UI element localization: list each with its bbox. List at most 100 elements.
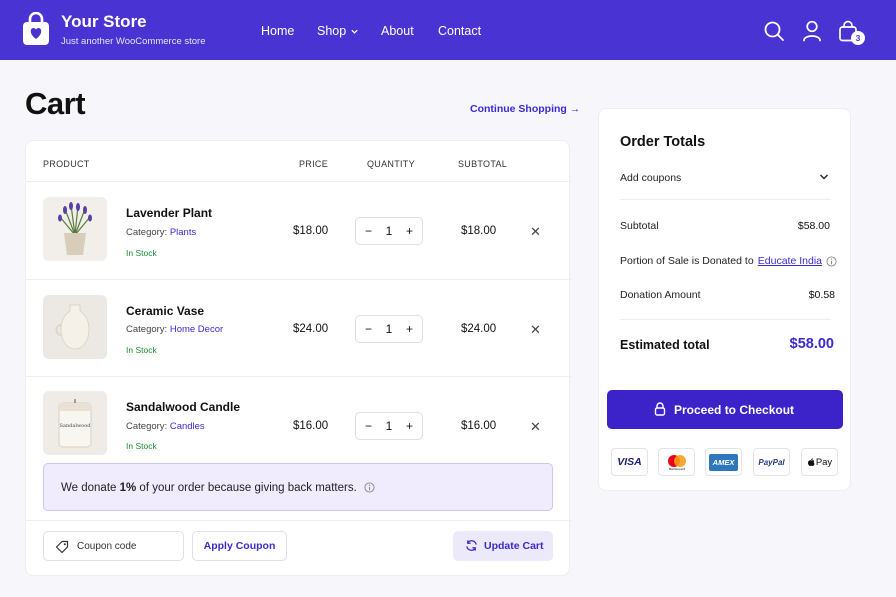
chevron-down-icon[interactable] xyxy=(818,171,830,183)
donation-text-post: of your order because giving back matter… xyxy=(136,482,357,494)
donation-amount-label: Donation Amount xyxy=(620,289,701,301)
info-icon[interactable] xyxy=(364,482,375,493)
category-link[interactable]: Plants xyxy=(170,227,196,238)
info-icon[interactable] xyxy=(826,255,837,267)
tag-icon xyxy=(55,540,69,554)
product-image-candle[interactable]: Sandalwood xyxy=(43,391,107,455)
category-label: Category: xyxy=(126,421,168,432)
update-cart-button[interactable]: Update Cart xyxy=(453,531,553,561)
quantity-stepper[interactable]: − 1 + xyxy=(355,315,423,343)
nav-shop[interactable]: Shop xyxy=(317,24,359,38)
divider xyxy=(620,199,831,200)
coupon-code-input[interactable]: Coupon code xyxy=(43,531,184,561)
mastercard-label: Mastercard xyxy=(668,467,685,471)
order-totals-title: Order Totals xyxy=(620,134,706,150)
add-coupons-toggle[interactable]: Add coupons xyxy=(620,172,681,184)
remove-item-icon[interactable]: ✕ xyxy=(530,224,541,240)
decrement-button[interactable]: − xyxy=(365,322,372,336)
stock-status: In Stock xyxy=(126,248,157,258)
divider xyxy=(620,319,831,320)
item-subtotal: $24.00 xyxy=(461,323,497,335)
paypal-icon: PayPal xyxy=(753,448,790,476)
mastercard-icon: Mastercard xyxy=(658,448,695,476)
stock-status: In Stock xyxy=(126,441,157,451)
product-category: Category: Candles xyxy=(126,421,205,432)
increment-button[interactable]: + xyxy=(406,419,413,433)
product-name[interactable]: Sandalwood Candle xyxy=(126,400,240,414)
donation-amount-value: $0.58 xyxy=(808,289,835,301)
store-logo-icon[interactable] xyxy=(22,12,50,46)
stock-status: In Stock xyxy=(126,345,157,355)
quantity-stepper[interactable]: − 1 + xyxy=(355,412,423,440)
user-icon[interactable] xyxy=(802,20,822,42)
product-image-lavender[interactable] xyxy=(43,197,107,261)
item-subtotal: $16.00 xyxy=(461,420,497,432)
nav-shop-label: Shop xyxy=(317,24,347,38)
product-category: Category: Home Decor xyxy=(126,324,223,335)
amex-label: AMEX xyxy=(709,453,738,471)
quantity-stepper[interactable]: − 1 + xyxy=(355,217,423,245)
visa-icon: VISA xyxy=(611,448,648,476)
page-title: Cart xyxy=(25,86,86,121)
col-price: PRICE xyxy=(299,159,329,169)
cart-table: PRODUCT PRICE QUANTITY SUBTOTAL Lavender… xyxy=(25,140,571,576)
nav-home[interactable]: Home xyxy=(261,24,294,38)
decrement-button[interactable]: − xyxy=(365,224,372,238)
checkout-label: Proceed to Checkout xyxy=(674,403,795,417)
refresh-icon xyxy=(466,540,477,551)
lock-icon xyxy=(654,402,666,416)
apple-pay-label: Pay xyxy=(815,456,833,468)
educate-india-link[interactable]: Educate India xyxy=(758,255,822,267)
apple-logo-icon xyxy=(807,458,815,466)
divider xyxy=(26,520,571,521)
continue-shopping-link[interactable]: Continue Shopping → xyxy=(470,103,580,115)
subtotal-value: $58.00 xyxy=(797,220,830,232)
estimated-total-label: Estimated total xyxy=(620,338,710,352)
brand-subtitle: Just another WooCommerce store xyxy=(61,36,206,47)
donation-banner: We donate 1% of your order because givin… xyxy=(43,463,553,511)
remove-item-icon[interactable]: ✕ xyxy=(530,419,541,435)
apply-coupon-button[interactable]: Apply Coupon xyxy=(192,531,287,561)
product-name[interactable]: Ceramic Vase xyxy=(126,304,204,318)
nav-contact[interactable]: Contact xyxy=(438,24,481,38)
category-label: Category: xyxy=(126,324,168,335)
apple-pay-icon: Pay xyxy=(801,448,838,476)
item-price: $16.00 xyxy=(293,420,329,432)
category-link[interactable]: Candles xyxy=(170,421,205,432)
quantity-value[interactable]: 1 xyxy=(386,419,393,433)
remove-item-icon[interactable]: ✕ xyxy=(530,322,541,338)
order-totals-card: Order Totals Add coupons Subtotal $58.00… xyxy=(598,108,851,491)
increment-button[interactable]: + xyxy=(406,322,413,336)
coupon-placeholder: Coupon code xyxy=(77,541,137,552)
proceed-to-checkout-button[interactable]: Proceed to Checkout xyxy=(607,390,843,429)
chevron-down-icon xyxy=(351,29,358,34)
divider xyxy=(26,279,571,280)
category-link[interactable]: Home Decor xyxy=(170,324,223,335)
nav-about[interactable]: About xyxy=(381,24,414,38)
item-subtotal: $18.00 xyxy=(461,225,497,237)
col-product: PRODUCT xyxy=(43,159,90,169)
donation-text-pre: We donate xyxy=(61,482,120,494)
quantity-value[interactable]: 1 xyxy=(386,322,393,336)
subtotal-label: Subtotal xyxy=(620,220,659,232)
category-label: Category: xyxy=(126,227,168,238)
quantity-value[interactable]: 1 xyxy=(386,224,393,238)
update-cart-label: Update Cart xyxy=(484,540,544,552)
product-image-vase[interactable] xyxy=(43,295,107,359)
estimated-total-value: $58.00 xyxy=(789,336,834,352)
donation-portion-label: Portion of Sale is Donated to xyxy=(620,255,754,267)
candle-label: Sandalwood xyxy=(60,423,92,429)
cart-count-badge: 3 xyxy=(851,31,865,45)
item-price: $24.00 xyxy=(293,323,329,335)
decrement-button[interactable]: − xyxy=(365,419,372,433)
increment-button[interactable]: + xyxy=(406,224,413,238)
col-quantity: QUANTITY xyxy=(367,159,415,169)
product-name[interactable]: Lavender Plant xyxy=(126,206,212,220)
amex-icon: AMEX xyxy=(705,448,742,476)
donation-portion: Educate India xyxy=(758,255,837,267)
search-icon[interactable] xyxy=(763,20,785,42)
site-header: Your Store Just another WooCommerce stor… xyxy=(0,0,896,60)
brand-title[interactable]: Your Store xyxy=(61,12,147,32)
item-price: $18.00 xyxy=(293,225,329,237)
col-subtotal: SUBTOTAL xyxy=(458,159,508,169)
